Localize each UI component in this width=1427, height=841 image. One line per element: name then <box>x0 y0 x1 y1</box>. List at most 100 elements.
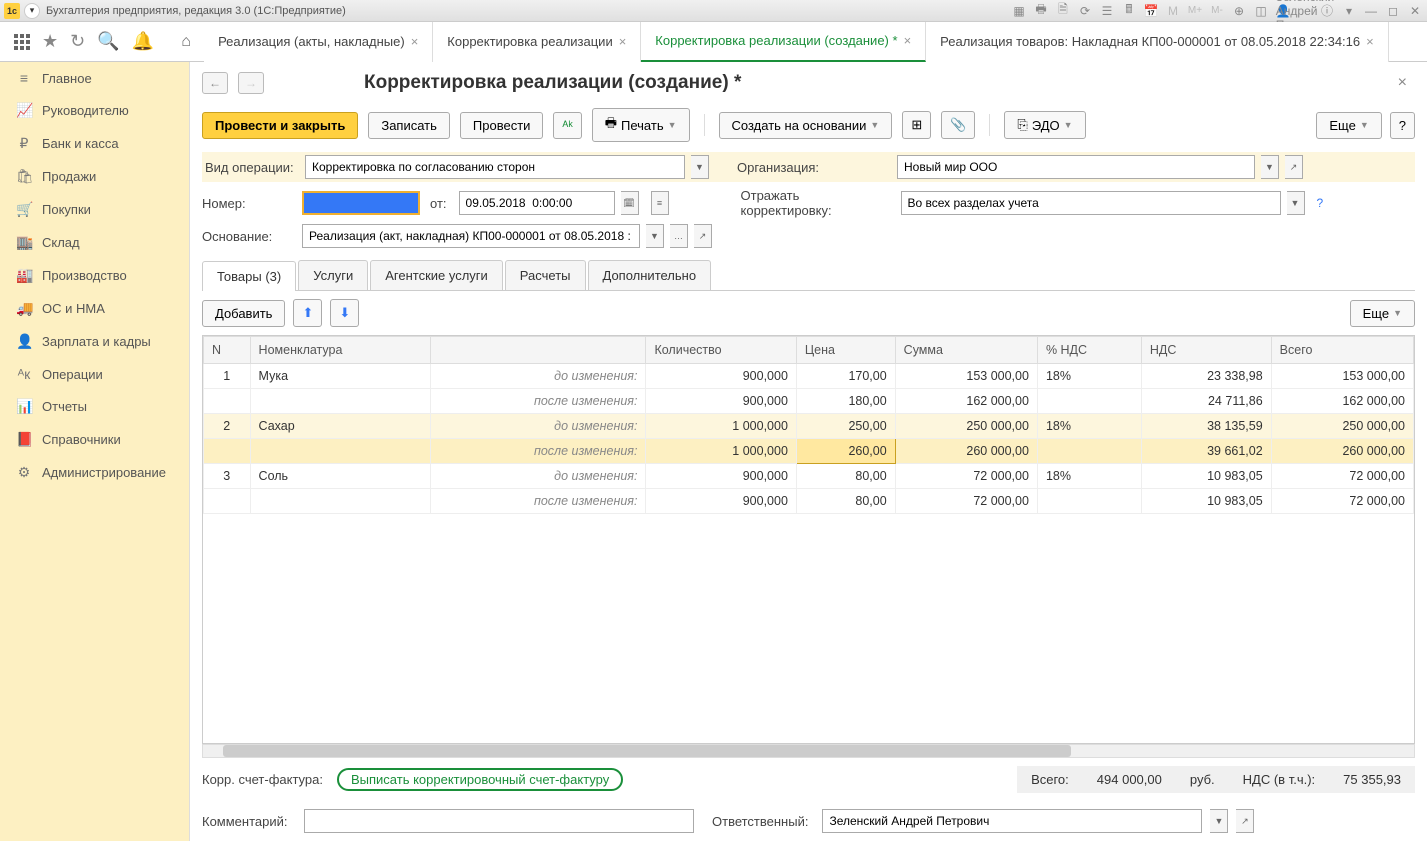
post-button[interactable]: Провести <box>460 112 544 139</box>
tab-invoice[interactable]: Реализация товаров: Накладная КП00-00000… <box>926 22 1389 62</box>
reflect-dropdown[interactable]: ▼ <box>1287 191 1305 215</box>
more-button[interactable]: Еще ▼ <box>1316 112 1381 139</box>
subtab[interactable]: Услуги <box>298 260 368 290</box>
grid-more-button[interactable]: Еще ▼ <box>1350 300 1415 327</box>
refresh-icon[interactable]: ⟳ <box>1077 3 1093 19</box>
date-picker-button[interactable]: 🗓 <box>621 191 639 215</box>
print-form-button[interactable]: ≡ <box>651 191 669 215</box>
minimize-icon[interactable]: — <box>1363 3 1379 19</box>
tab-correction[interactable]: Корректировка реализации× <box>433 22 641 62</box>
sidebar-item[interactable]: 🛍Продажи <box>0 160 189 193</box>
move-down-button[interactable]: ⬇ <box>330 299 359 327</box>
close-icon[interactable]: × <box>411 34 419 49</box>
search-icon[interactable]: 🔍 <box>97 31 119 52</box>
h-scrollbar[interactable] <box>202 744 1415 758</box>
help-link[interactable]: ? <box>1317 196 1324 210</box>
attach-button[interactable]: 📎 <box>941 111 975 139</box>
close-icon[interactable]: × <box>1366 34 1374 49</box>
sidebar-item[interactable]: 🏬Склад <box>0 226 189 259</box>
close-icon[interactable]: × <box>619 34 627 49</box>
edo-button[interactable]: ⎘ ЭДО ▼ <box>1004 111 1085 139</box>
tab-correction-new[interactable]: Корректировка реализации (создание) *× <box>641 22 926 62</box>
calc-icon[interactable]: 🖩 <box>1121 3 1137 19</box>
op-type-dropdown[interactable]: ▼ <box>691 155 709 179</box>
row-name[interactable]: Мука <box>250 364 430 389</box>
goods-table[interactable]: NНоменклатура КоличествоЦенаСумма% НДСНДС… <box>202 335 1415 744</box>
doc-icon[interactable]: 🗎 <box>1055 3 1071 19</box>
subtab[interactable]: Товары (3) <box>202 261 296 291</box>
m-icon[interactable]: M <box>1165 3 1181 19</box>
basis-dropdown[interactable]: ▼ <box>646 224 664 248</box>
print-icon[interactable]: 🖶 <box>1033 3 1049 19</box>
print-button[interactable]: 🖶 Печать ▼ <box>592 108 690 142</box>
sidebar-item[interactable]: 📊Отчеты <box>0 390 189 423</box>
zoom-icon[interactable]: ⊕ <box>1231 3 1247 19</box>
back-button[interactable]: ← <box>202 72 228 94</box>
bell-icon[interactable]: 🔔 <box>132 31 154 52</box>
calendar-icon[interactable]: 📅 <box>1143 3 1159 19</box>
m-minus-icon[interactable]: M- <box>1209 3 1225 19</box>
forward-button[interactable]: → <box>238 72 264 94</box>
op-type-field[interactable] <box>305 155 685 179</box>
subtab[interactable]: Расчеты <box>505 260 586 290</box>
create-based-button[interactable]: Создать на основании ▼ <box>719 112 893 139</box>
maximize-icon[interactable]: ◻ <box>1385 3 1401 19</box>
sidebar-item[interactable]: ⚙Администрирование <box>0 456 189 489</box>
tab-realization[interactable]: Реализация (акты, накладные)× <box>204 22 433 62</box>
col-header[interactable] <box>430 337 646 364</box>
close-icon[interactable]: ✕ <box>1407 3 1423 19</box>
structure-button[interactable]: ⊞ <box>902 111 931 139</box>
subtab[interactable]: Дополнительно <box>588 260 712 290</box>
row-name[interactable]: Сахар <box>250 414 430 439</box>
apps-icon[interactable] <box>14 34 30 50</box>
basis-field[interactable] <box>302 224 640 248</box>
price-cell[interactable]: 180,00 <box>796 389 895 414</box>
sidebar-item[interactable]: 📈Руководителю <box>0 94 189 127</box>
sidebar-item[interactable]: 🛒Покупки <box>0 193 189 226</box>
col-header[interactable]: Количество <box>646 337 796 364</box>
col-header[interactable]: N <box>204 337 251 364</box>
history-icon[interactable]: ↻ <box>70 31 85 52</box>
close-page-button[interactable]: × <box>1390 74 1415 92</box>
col-header[interactable]: Сумма <box>895 337 1037 364</box>
comment-field[interactable] <box>304 809 694 833</box>
col-header[interactable]: НДС <box>1141 337 1271 364</box>
star-icon[interactable]: ★ <box>42 31 58 52</box>
write-button[interactable]: Записать <box>368 112 450 139</box>
org-dropdown[interactable]: ▼ <box>1261 155 1279 179</box>
col-header[interactable]: Цена <box>796 337 895 364</box>
help-button[interactable]: ? <box>1390 112 1415 139</box>
info-icon[interactable]: ⓘ <box>1319 3 1335 19</box>
price-cell[interactable]: 80,00 <box>796 489 895 514</box>
move-up-button[interactable]: ⬆ <box>293 299 322 327</box>
sidebar-item[interactable]: ≡Главное <box>0 62 189 94</box>
sidebar-item[interactable]: ᴬкОперации <box>0 358 189 390</box>
col-header[interactable]: Номенклатура <box>250 337 430 364</box>
basis-open-button[interactable]: ↗ <box>694 224 712 248</box>
window-icon[interactable]: ◫ <box>1253 3 1269 19</box>
number-field[interactable] <box>302 191 420 215</box>
close-icon[interactable]: × <box>904 33 912 48</box>
dropdown-icon[interactable]: ▾ <box>1341 3 1357 19</box>
org-open-button[interactable]: ↗ <box>1285 155 1303 179</box>
list-icon[interactable]: ☰ <box>1099 3 1115 19</box>
col-header[interactable]: % НДС <box>1037 337 1141 364</box>
price-cell[interactable]: 260,00 <box>796 439 895 464</box>
dt-kt-button[interactable]: ᴬᵏ <box>553 112 581 139</box>
col-header[interactable]: Всего <box>1271 337 1413 364</box>
add-button[interactable]: Добавить <box>202 300 285 327</box>
subtab[interactable]: Агентские услуги <box>370 260 503 290</box>
sidebar-item[interactable]: 🏭Производство <box>0 259 189 292</box>
sidebar-item[interactable]: 📕Справочники <box>0 423 189 456</box>
resp-open-button[interactable]: ↗ <box>1236 809 1254 833</box>
m-plus-icon[interactable]: M+ <box>1187 3 1203 19</box>
org-field[interactable] <box>897 155 1255 179</box>
post-and-close-button[interactable]: Провести и закрыть <box>202 112 358 139</box>
reflect-field[interactable] <box>901 191 1281 215</box>
basis-more-button[interactable]: … <box>670 224 688 248</box>
create-invoice-link[interactable]: Выписать корректировочный счет-фактуру <box>337 768 623 791</box>
date-field[interactable] <box>459 191 615 215</box>
app-menu-drop[interactable]: ▾ <box>24 3 40 19</box>
home-button[interactable]: ⌂ <box>172 28 200 56</box>
sidebar-item[interactable]: ₽Банк и касса <box>0 127 189 160</box>
